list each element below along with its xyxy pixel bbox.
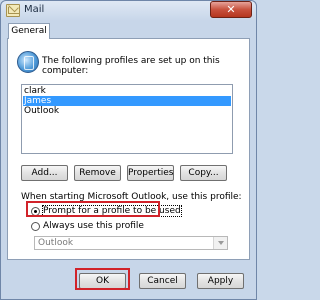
profile-select[interactable]: Outlook [34, 236, 228, 250]
cancel-button[interactable]: Cancel [139, 273, 186, 289]
list-item[interactable]: Outlook [23, 106, 231, 116]
profiles-list[interactable]: clark James Outlook [21, 84, 233, 154]
profiles-header-text: The following profiles are set up on thi… [42, 56, 220, 76]
highlight-box [75, 268, 130, 290]
close-button[interactable]: ✕ [210, 1, 252, 18]
chevron-down-icon[interactable] [213, 237, 227, 249]
title-bar[interactable]: Mail ✕ [0, 0, 257, 22]
remove-button[interactable]: Remove [74, 165, 121, 181]
properties-button[interactable]: Properties [127, 165, 174, 181]
always-use-label[interactable]: Always use this profile [43, 221, 144, 231]
always-use-radio[interactable] [31, 222, 40, 231]
window-title: Mail [24, 4, 45, 15]
list-item[interactable]: clark [23, 86, 231, 96]
tab-general[interactable]: General [8, 23, 50, 39]
add-button[interactable]: Add... [21, 165, 68, 181]
copy-button[interactable]: Copy... [180, 165, 227, 181]
mail-icon [6, 4, 20, 17]
list-item[interactable]: James [23, 96, 231, 106]
profiles-icon [17, 51, 39, 73]
highlight-box [26, 201, 160, 217]
profile-select-value: Outlook [38, 238, 74, 248]
apply-button[interactable]: Apply [197, 273, 244, 289]
